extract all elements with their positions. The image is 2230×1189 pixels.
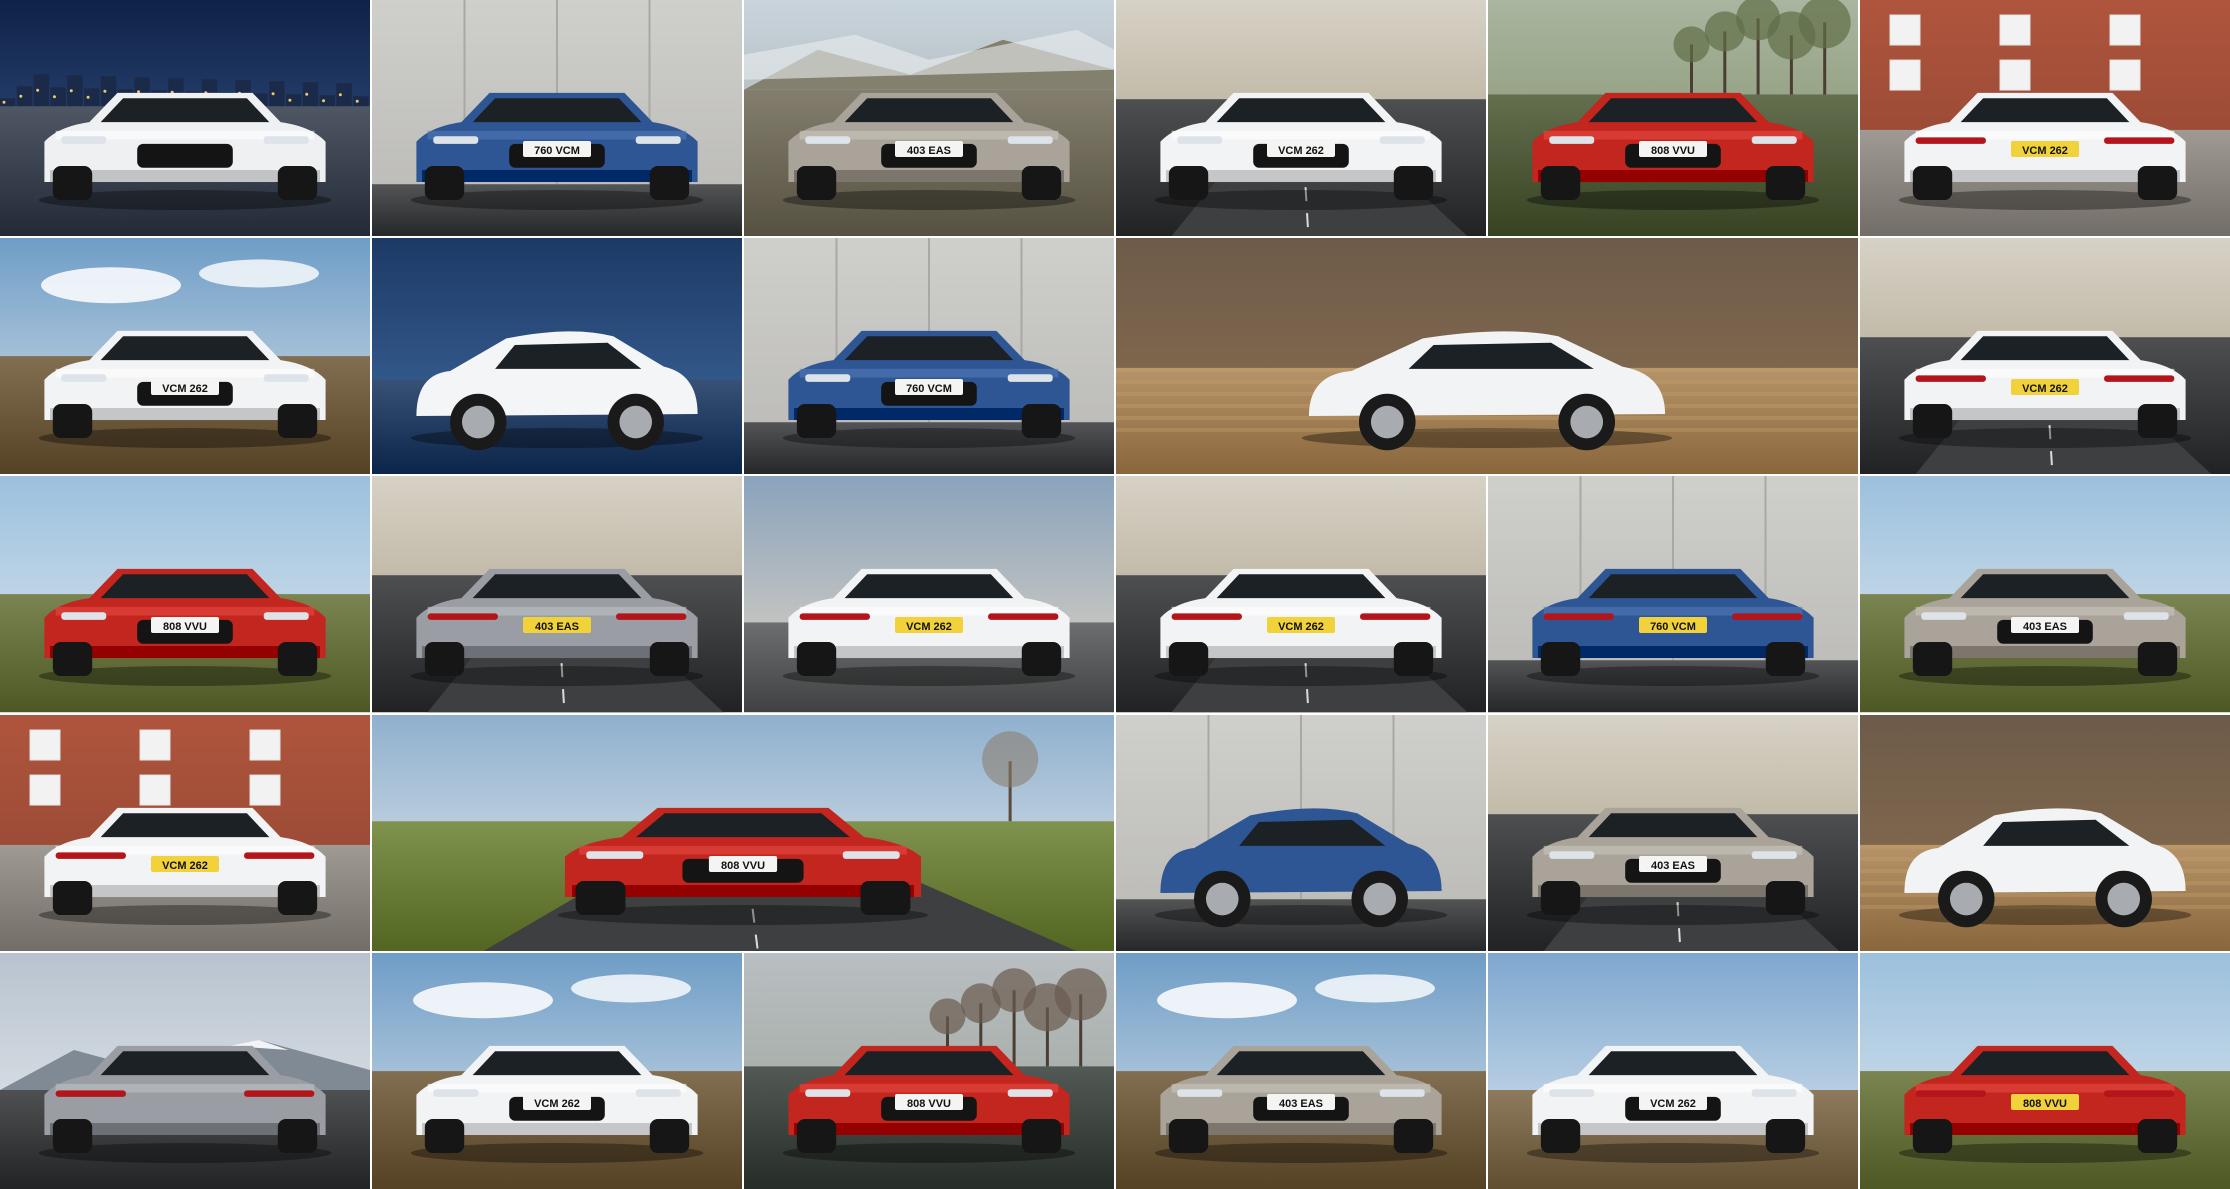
license-plate-text: 760 VCM xyxy=(906,383,952,395)
car-photo-tile: 760 VCM xyxy=(372,0,742,237)
car-photo xyxy=(1860,714,2230,951)
car-photo: 760 VCM xyxy=(372,0,742,237)
license-plate-text: 760 VCM xyxy=(534,145,580,157)
car-photo-tile: 403 EAS xyxy=(744,0,1114,237)
car-photo: 808 VVU xyxy=(744,952,1114,1189)
car-photo: 403 EAS xyxy=(1860,476,2230,713)
car-photo-tile xyxy=(1116,238,1858,475)
license-plate-text: VCM 262 xyxy=(2022,145,2068,157)
car-photo-tile: VCM 262 xyxy=(0,238,370,475)
license-plate-text: VCM 262 xyxy=(1278,145,1324,157)
car-photo: 403 EAS xyxy=(1116,952,1486,1189)
photo-collage: 760 VCM 403 EAS VCM 262 808 VVU VCM 262 … xyxy=(0,0,2230,1189)
license-plate-text: 808 VVU xyxy=(721,860,765,872)
car-photo-tile: 808 VVU xyxy=(1488,0,1858,237)
car-photo-tile xyxy=(0,952,370,1189)
license-plate-text: 403 EAS xyxy=(1651,860,1695,872)
car-photo-tile: 808 VVU xyxy=(0,476,370,713)
car-photo-tile xyxy=(372,238,742,475)
car-photo-tile xyxy=(1116,714,1486,951)
car-photo-tile: 808 VVU xyxy=(1860,952,2230,1189)
car-photo-tile: 760 VCM xyxy=(1488,476,1858,713)
car-photo: 403 EAS xyxy=(372,476,742,713)
car-photo xyxy=(1116,238,1858,475)
license-plate-text: VCM 262 xyxy=(2022,383,2068,395)
car-photo-tile: VCM 262 xyxy=(744,476,1114,713)
license-plate-text: 808 VVU xyxy=(907,1098,951,1110)
car-photo: VCM 262 xyxy=(0,238,370,475)
license-plate-text: 403 EAS xyxy=(907,145,951,157)
license-plate-text: 403 EAS xyxy=(535,621,579,633)
license-plate-text: VCM 262 xyxy=(162,860,208,872)
car-photo-tile: 403 EAS xyxy=(1116,952,1486,1189)
car-photo-tile: VCM 262 xyxy=(1116,0,1486,237)
car-photo-tile: VCM 262 xyxy=(1488,952,1858,1189)
license-plate-text: 760 VCM xyxy=(1650,621,1696,633)
car-photo-tile: VCM 262 xyxy=(0,714,370,951)
car-photo: VCM 262 xyxy=(1488,952,1858,1189)
car-photo: 808 VVU xyxy=(1488,0,1858,237)
car-photo-tile: 403 EAS xyxy=(372,476,742,713)
license-plate-text: VCM 262 xyxy=(906,621,952,633)
car-photo-tile: 403 EAS xyxy=(1488,714,1858,951)
car-photo xyxy=(0,0,370,237)
car-photo-tile xyxy=(1860,714,2230,951)
license-plate-text: 808 VVU xyxy=(2023,1098,2067,1110)
license-plate-text: VCM 262 xyxy=(1650,1098,1696,1110)
car-photo xyxy=(1116,714,1486,951)
car-photo-tile: 403 EAS xyxy=(1860,476,2230,713)
car-photo: 808 VVU xyxy=(1860,952,2230,1189)
car-photo: 760 VCM xyxy=(1488,476,1858,713)
car-photo: 403 EAS xyxy=(744,0,1114,237)
license-plate-text: 808 VVU xyxy=(163,621,207,633)
car-photo-tile: VCM 262 xyxy=(372,952,742,1189)
car-photo-tile xyxy=(0,0,370,237)
car-photo: VCM 262 xyxy=(372,952,742,1189)
license-plate-text: 808 VVU xyxy=(1651,145,1695,157)
car-photo-tile: VCM 262 xyxy=(1116,476,1486,713)
license-plate-text: VCM 262 xyxy=(1278,621,1324,633)
car-photo: VCM 262 xyxy=(0,714,370,951)
car-photo: 808 VVU xyxy=(372,714,1114,951)
car-photo-tile: VCM 262 xyxy=(1860,238,2230,475)
car-photo-tile: 808 VVU xyxy=(372,714,1114,951)
license-plate-text: 403 EAS xyxy=(1279,1098,1323,1110)
car-photo xyxy=(0,952,370,1189)
car-photo: VCM 262 xyxy=(744,476,1114,713)
car-photo-tile: 760 VCM xyxy=(744,238,1114,475)
license-plate-text: VCM 262 xyxy=(162,383,208,395)
car-photo: 760 VCM xyxy=(744,238,1114,475)
car-photo: VCM 262 xyxy=(1116,476,1486,713)
car-photo xyxy=(372,238,742,475)
car-photo: 808 VVU xyxy=(0,476,370,713)
car-photo-tile: VCM 262 xyxy=(1860,0,2230,237)
car-photo-tile: 808 VVU xyxy=(744,952,1114,1189)
car-photo: VCM 262 xyxy=(1860,238,2230,475)
car-photo: 403 EAS xyxy=(1488,714,1858,951)
car-photo: VCM 262 xyxy=(1860,0,2230,237)
car-photo: VCM 262 xyxy=(1116,0,1486,237)
license-plate-text: 403 EAS xyxy=(2023,621,2067,633)
license-plate-text: VCM 262 xyxy=(534,1098,580,1110)
